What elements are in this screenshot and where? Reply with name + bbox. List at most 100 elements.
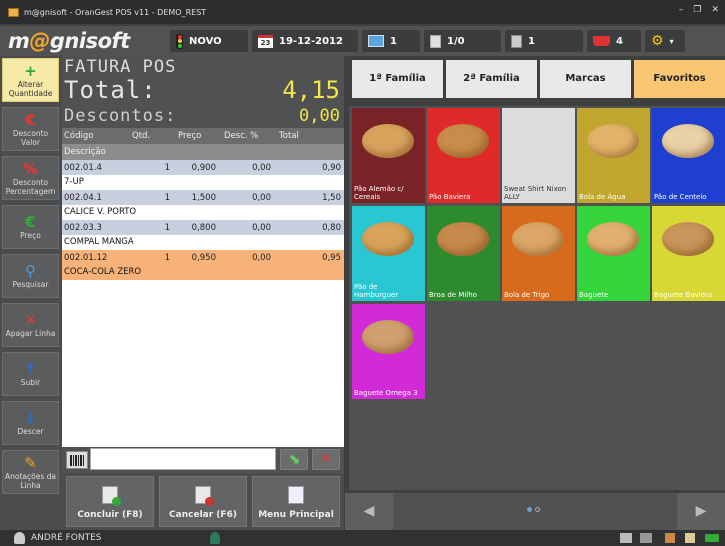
tools-icon bbox=[665, 533, 675, 543]
product-tile[interactable]: Baguete Baviera bbox=[652, 206, 725, 301]
product-label: Bola de Trigo bbox=[504, 291, 550, 299]
sidebar-button-6[interactable]: ↑ Subir bbox=[2, 352, 59, 396]
sidebar-button-4[interactable]: ⚲ Pesquisar bbox=[2, 254, 59, 298]
network-icon bbox=[640, 533, 652, 543]
table-row-descricao[interactable]: CALICE V. PORTO bbox=[62, 205, 344, 220]
date-button[interactable]: 23 19-12-2012 bbox=[252, 30, 358, 52]
fatura-display: FATURA POS Total: 4,15 Descontos: 0,00 bbox=[62, 56, 344, 132]
prev-page-button[interactable]: ◀ bbox=[345, 493, 393, 530]
product-label: Broa de Milho bbox=[429, 291, 477, 299]
search-icon: ⚲ bbox=[25, 262, 36, 280]
input-bar: ⬊ ✕ bbox=[62, 447, 344, 473]
page-dot[interactable] bbox=[535, 507, 540, 512]
sidebar-button-3[interactable]: € Preço bbox=[2, 205, 59, 249]
product-label: Pão de Hamburguer bbox=[354, 283, 399, 299]
calculator-icon bbox=[511, 34, 522, 48]
sidebar-button-1[interactable]: € Desconto Valor bbox=[2, 107, 59, 151]
table-row[interactable]: 002.01.12 1 0,950 0,00 0,95 bbox=[62, 250, 344, 265]
sidebar-label: Apagar Linha bbox=[5, 329, 56, 338]
signal-icon bbox=[705, 534, 719, 542]
product-tile[interactable]: Bola de Trigo bbox=[502, 206, 575, 301]
product-tile[interactable]: Baguete bbox=[577, 206, 650, 301]
table-row[interactable]: 002.04.1 1 1,500 0,00 1,50 bbox=[62, 190, 344, 205]
menu-principal-button[interactable]: Menu Principal bbox=[252, 476, 340, 527]
next-page-button[interactable]: ▶ bbox=[677, 493, 725, 530]
fatura-title: FATURA POS bbox=[64, 57, 177, 77]
cell-desc: 0,00 bbox=[252, 252, 271, 263]
tab-2[interactable]: Marcas bbox=[540, 60, 631, 98]
tab-1[interactable]: 2ª Família bbox=[446, 60, 537, 98]
sidebar-label: Desconto Percentagem bbox=[5, 177, 56, 196]
cancelar-label: Cancelar (F6) bbox=[169, 510, 237, 520]
bread-image bbox=[362, 124, 414, 158]
total-label: Total: bbox=[64, 76, 157, 104]
monitor-button[interactable]: 1 bbox=[362, 30, 420, 52]
tab-3[interactable]: Favoritos bbox=[634, 60, 725, 98]
close-icon[interactable]: ✕ bbox=[711, 5, 719, 15]
product-label: Baguete Baviera bbox=[654, 291, 713, 299]
cell-preco: 1,500 bbox=[191, 192, 216, 203]
bread-image bbox=[362, 222, 414, 256]
concluir-doc-icon bbox=[102, 486, 121, 506]
product-tile[interactable]: Bola de Água bbox=[577, 108, 650, 203]
chevron-left-icon: ◀ bbox=[363, 503, 375, 519]
calculator-button[interactable]: 1 bbox=[505, 30, 583, 52]
product-tile[interactable]: Pão Alemão c/ Cereais bbox=[352, 108, 425, 203]
product-tile[interactable]: Pão de Hamburguer bbox=[352, 206, 425, 301]
product-label: Sweat Shirt Nixon ALLY bbox=[504, 185, 567, 201]
tab-0[interactable]: 1ª Família bbox=[352, 60, 443, 98]
settings-button[interactable]: ⚙ ▾ bbox=[645, 30, 685, 52]
basket-add-icon: ⬊ bbox=[288, 451, 300, 467]
cell-qtd: 1 bbox=[164, 162, 170, 173]
product-tile[interactable]: Sweat Shirt Nixon ALLY bbox=[502, 108, 575, 203]
product-tile[interactable]: Broa de Milho bbox=[427, 206, 500, 301]
product-tile[interactable]: Baguete Omega 3 bbox=[352, 304, 425, 399]
clear-input-button[interactable]: ✕ bbox=[312, 449, 340, 470]
product-tile[interactable]: Pão Baviera bbox=[427, 108, 500, 203]
cell-preco: 0,800 bbox=[191, 222, 216, 233]
document-icon bbox=[430, 34, 441, 48]
table-row-descricao[interactable]: COMPAL MANGA bbox=[62, 235, 344, 250]
product-tile[interactable]: Pão de Centeio bbox=[652, 108, 725, 203]
user-switch-icon[interactable] bbox=[210, 532, 220, 544]
cancelar-button[interactable]: Cancelar (F6) bbox=[159, 476, 247, 527]
table-row[interactable]: 002.03.3 1 0,800 0,00 0,80 bbox=[62, 220, 344, 235]
sidebar-button-8[interactable]: ✎ Anotações da Linha bbox=[2, 450, 59, 494]
barcode-icon[interactable] bbox=[66, 451, 88, 469]
euro-icon: € bbox=[25, 110, 36, 129]
cell-total: 0,95 bbox=[322, 252, 341, 263]
novo-button[interactable]: NOVO bbox=[170, 30, 248, 52]
table-row[interactable]: 002.01.4 1 0,900 0,00 0,90 bbox=[62, 160, 344, 175]
category-tabs: 1ª Família 2ª Família Marcas Favoritos bbox=[352, 60, 725, 98]
cell-codigo: 002.01.4 bbox=[64, 162, 102, 173]
sidebar-button-7[interactable]: ↓ Descer bbox=[2, 401, 59, 445]
sidebar-button-5[interactable]: ✕ Apagar Linha bbox=[2, 303, 59, 347]
concluir-label: Concluir (F8) bbox=[77, 510, 143, 520]
table-row-descricao[interactable]: 7-UP bbox=[62, 175, 344, 190]
product-label: Bola de Água bbox=[579, 193, 626, 201]
cell-codigo: 002.04.1 bbox=[64, 192, 102, 203]
sidebar-button-2[interactable]: % Desconto Percentagem bbox=[2, 156, 59, 200]
sidebar-label: Desconto Valor bbox=[12, 128, 49, 147]
bread-image bbox=[662, 124, 714, 158]
basket-add-button[interactable]: ⬊ bbox=[280, 449, 308, 470]
code-input[interactable] bbox=[90, 448, 276, 470]
product-label: Pão Alemão c/ Cereais bbox=[354, 185, 404, 201]
monitor-icon bbox=[368, 35, 384, 47]
novo-label: NOVO bbox=[189, 35, 222, 47]
sidebar-button-0[interactable]: + Alterar Quantidade bbox=[2, 58, 59, 102]
window-title: m@gnisoft - OranGest POS v11 - DEMO_REST bbox=[24, 7, 207, 17]
items-table: Código Qtd. Preço Desc. % Total Descriçã… bbox=[62, 128, 344, 447]
sidebar-label: Subir bbox=[20, 378, 41, 387]
cell-desc: 0,00 bbox=[252, 192, 271, 203]
cell-codigo: 002.01.12 bbox=[64, 252, 108, 263]
table-row-descricao[interactable]: COCA-COLA ZERO bbox=[62, 265, 344, 280]
basket-button[interactable]: 4 bbox=[587, 30, 641, 52]
magnisoft-logo: m@gnisoft bbox=[8, 29, 130, 53]
restore-icon[interactable]: ❐ bbox=[693, 5, 701, 15]
page-dot-active[interactable] bbox=[527, 507, 532, 512]
pages-button[interactable]: 1/0 bbox=[424, 30, 501, 52]
minimize-icon[interactable]: – bbox=[679, 5, 684, 15]
concluir-button[interactable]: Concluir (F8) bbox=[66, 476, 154, 527]
printer-icon bbox=[620, 533, 632, 543]
